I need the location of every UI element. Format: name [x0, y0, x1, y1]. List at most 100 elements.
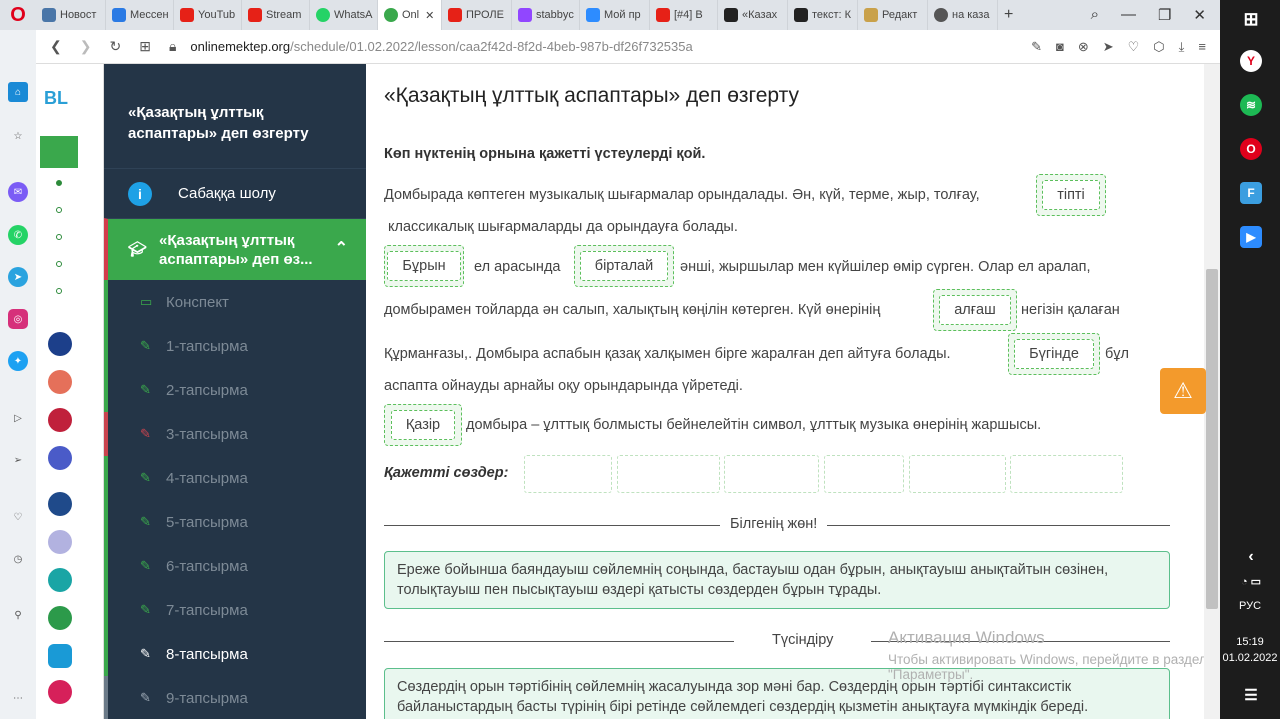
sidebar-item-konspekt[interactable]: ▭ Конспект [104, 280, 366, 324]
home-icon[interactable]: ⌂ [8, 82, 28, 102]
clock-date[interactable]: 01.02.2022 [1220, 652, 1280, 664]
bilim-app-icon[interactable] [48, 408, 72, 432]
send-icon[interactable]: ➢ [8, 450, 28, 470]
word-chip-buryn[interactable]: Бұрын [384, 245, 464, 287]
report-warning-button[interactable]: ⚠ [1160, 368, 1206, 414]
nav-dot[interactable] [56, 261, 62, 267]
bilim-app-icon[interactable] [48, 370, 72, 394]
tab-prole[interactable]: ПРОЛЕ [442, 0, 512, 30]
tab-messenger[interactable]: Мессен [106, 0, 174, 30]
opera-icon[interactable]: O [1240, 138, 1262, 160]
clock-time[interactable]: 15:19 [1220, 636, 1280, 648]
language-indicator[interactable]: РУС [1220, 600, 1280, 612]
zoom-icon[interactable]: ▶ [1240, 226, 1262, 248]
spotify-icon[interactable]: ≋ [1240, 94, 1262, 116]
star-icon[interactable]: ☆ [8, 126, 28, 146]
word-slot[interactable] [617, 455, 720, 493]
bilim-app-icon[interactable] [48, 680, 72, 704]
heart-icon[interactable]: ♡ [1128, 39, 1140, 55]
notifications-icon[interactable]: ☰ [1240, 684, 1262, 706]
heart-icon[interactable]: ♡ [8, 507, 28, 527]
messenger-icon[interactable]: ✉ [8, 182, 28, 202]
nav-dot[interactable] [56, 207, 62, 213]
sidebar-item-task-9[interactable]: ✎ 9-тапсырма [104, 676, 366, 719]
word-slot[interactable] [524, 455, 612, 493]
word-chip-tipti[interactable]: тіпті [1036, 174, 1106, 216]
opera-menu-icon[interactable]: O [0, 0, 36, 30]
tab-youtube-4[interactable]: [#4] B [650, 0, 718, 30]
sidebar-item-task-1[interactable]: ✎ 1-тапсырма [104, 324, 366, 368]
tab-text[interactable]: текст: К [788, 0, 858, 30]
history-icon[interactable]: ◷ [8, 549, 28, 569]
telegram-icon[interactable]: ➤ [8, 267, 28, 287]
word-chip-algash[interactable]: алғаш [933, 289, 1017, 331]
close-window-icon[interactable]: ✕ [1193, 6, 1206, 24]
scrollbar-thumb[interactable] [1206, 269, 1218, 609]
send-icon[interactable]: ➤ [1103, 39, 1114, 55]
tab-search[interactable]: на каза [928, 0, 998, 30]
word-chip-kazir[interactable]: Қазір [384, 404, 462, 446]
windows-start-icon[interactable]: ⊞ [1240, 8, 1262, 30]
minimize-icon[interactable]: — [1121, 6, 1136, 24]
tab-zoom[interactable]: Мой пр [580, 0, 650, 30]
current-topic-item[interactable]: 🎓︎ «Қазақтың ұлттық аспаптары» деп өз...… [104, 218, 366, 280]
player-icon[interactable]: ▷ [8, 408, 28, 428]
new-tab-button[interactable]: + [998, 0, 1028, 30]
word-slot[interactable] [724, 455, 819, 493]
yandex-icon[interactable]: Y [1240, 50, 1262, 72]
sidebar-item-task-5[interactable]: ✎ 5-тапсырма [104, 500, 366, 544]
nav-dot[interactable] [56, 180, 62, 186]
forward-icon[interactable]: ❯ [80, 38, 92, 55]
sidebar-item-task-3[interactable]: ✎ 3-тапсырма [104, 412, 366, 456]
word-slot[interactable] [824, 455, 904, 493]
nav-dot[interactable] [56, 234, 62, 240]
menu-icon[interactable]: ≡ [1198, 39, 1206, 55]
word-slot[interactable] [1010, 455, 1123, 493]
bilim-logo[interactable]: BL [44, 88, 68, 109]
restore-icon[interactable]: ❐ [1158, 6, 1171, 24]
page-scrollbar[interactable] [1204, 64, 1220, 719]
nav-dot[interactable] [56, 288, 62, 294]
network-icon[interactable]: ◔ ▭ [1240, 570, 1262, 592]
word-slot[interactable] [909, 455, 1006, 493]
whatsapp-icon[interactable]: ✆ [8, 225, 28, 245]
bilim-app-icon[interactable] [48, 492, 72, 516]
speed-dial-icon[interactable]: ⊞ [139, 38, 151, 55]
instagram-icon[interactable]: ◎ [8, 309, 28, 329]
more-icon[interactable]: ⋯ [8, 688, 28, 708]
cube-icon[interactable]: ⬡ [1153, 39, 1164, 55]
search-tabs-icon[interactable]: ⌕ [1091, 6, 1099, 24]
download-icon[interactable]: ⤓ [1179, 39, 1185, 55]
sidebar-item-task-6[interactable]: ✎ 6-тапсырма [104, 544, 366, 588]
lesson-overview-item[interactable]: i Сабаққа шолу [104, 168, 366, 218]
url-field[interactable]: onlinemektep.org/schedule/01.02.2022/les… [190, 39, 692, 54]
bilim-app-icon[interactable] [48, 568, 72, 592]
sidebar-item-task-2[interactable]: ✎ 2-тапсырма [104, 368, 366, 412]
tab-twitch[interactable]: stabbyc [512, 0, 580, 30]
tab-stream[interactable]: Stream [242, 0, 310, 30]
bilim-app-icon[interactable] [48, 530, 72, 554]
edit-icon[interactable]: ✎ [1031, 39, 1042, 55]
adblock-icon[interactable]: ⊗ [1078, 39, 1089, 55]
twitter-icon[interactable]: ✦ [8, 351, 28, 371]
bilim-app-icon[interactable] [48, 446, 72, 470]
word-chip-buginde[interactable]: Бүгінде [1008, 333, 1100, 375]
close-tab-icon[interactable]: ✕ [425, 9, 434, 22]
bilim-app-icon[interactable] [48, 644, 72, 668]
sidebar-item-task-8[interactable]: ✎ 8-тапсырма [104, 632, 366, 676]
sidebar-item-task-7[interactable]: ✎ 7-тапсырма [104, 588, 366, 632]
reload-icon[interactable]: ↻ [109, 38, 121, 55]
tab-kazakh[interactable]: «Казах [718, 0, 788, 30]
tab-whatsapp[interactable]: WhatsA [310, 0, 378, 30]
back-icon[interactable]: ❮ [50, 38, 62, 55]
word-chip-birtalai[interactable]: бірталай [574, 245, 674, 287]
bilim-app-icon[interactable] [48, 606, 72, 630]
app-icon[interactable]: F [1240, 182, 1262, 204]
sidebar-item-task-4[interactable]: ✎ 4-тапсырма [104, 456, 366, 500]
tab-youtube[interactable]: YouTub [174, 0, 242, 30]
camera-icon[interactable]: ◙ [1056, 39, 1064, 55]
tab-onlinemektep[interactable]: Onl ✕ [378, 0, 442, 30]
lightbulb-icon[interactable]: ⚲ [8, 605, 28, 625]
onlinemektep-logo[interactable] [40, 136, 78, 168]
chevron-up-icon[interactable]: ⌃ [335, 239, 348, 258]
